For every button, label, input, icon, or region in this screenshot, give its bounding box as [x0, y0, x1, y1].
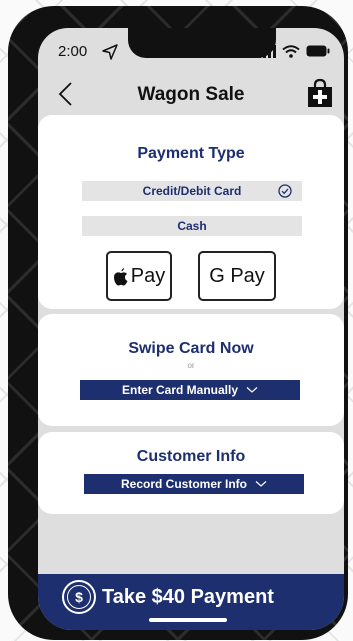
phone-screen: 2:00 Wagon Sale Payment Type Credit/Debi…	[38, 28, 344, 630]
apple-pay-button[interactable]: Pay	[106, 251, 172, 301]
google-pay-button[interactable]: G Pay	[198, 251, 276, 301]
status-icons	[258, 44, 330, 58]
apple-pay-label: Pay	[130, 264, 166, 287]
chevron-down-icon	[255, 481, 267, 487]
customer-info-title: Customer Info	[136, 448, 246, 465]
dollar-circle-icon: $	[62, 580, 96, 614]
home-indicator[interactable]	[149, 618, 227, 622]
enter-card-manually-button[interactable]: Enter Card Manually	[80, 380, 300, 400]
swipe-card-title: Swipe Card Now	[128, 340, 254, 357]
swipe-card-card: Swipe Card Now or Enter Card Manually	[38, 314, 344, 426]
chevron-down-icon	[246, 387, 258, 393]
payment-type-title: Payment Type	[137, 145, 245, 162]
status-bar: 2:00	[38, 28, 344, 74]
battery-icon	[306, 45, 330, 57]
take-payment-label: Take $40 Payment	[102, 585, 274, 608]
signal-icon	[258, 44, 276, 58]
credit-debit-label: Credit/Debit Card	[142, 184, 242, 198]
status-time: 2:00	[58, 43, 88, 60]
record-customer-info-button[interactable]: Record Customer Info	[84, 474, 304, 494]
google-pay-label: G Pay	[209, 264, 265, 287]
location-arrow-icon	[102, 44, 118, 60]
page-title: Wagon Sale	[137, 84, 245, 105]
apple-icon	[113, 267, 128, 285]
cash-option[interactable]: Cash	[82, 216, 302, 236]
phone-frame: 2:00 Wagon Sale Payment Type Credit/Debi…	[8, 6, 348, 640]
record-customer-info-label: Record Customer Info	[120, 477, 247, 491]
check-circle-icon	[278, 184, 292, 198]
app-header: Wagon Sale	[38, 76, 344, 116]
cash-label: Cash	[177, 219, 207, 233]
enter-card-manually-label: Enter Card Manually	[121, 383, 239, 397]
payment-type-card: Payment Type Credit/Debit Card Cash Pay	[38, 115, 344, 309]
or-divider-text: or	[187, 361, 195, 370]
credit-debit-option[interactable]: Credit/Debit Card	[82, 181, 302, 201]
customer-info-card: Customer Info Record Customer Info	[38, 432, 344, 514]
wifi-icon	[282, 44, 300, 58]
dollar-symbol: $	[67, 585, 91, 609]
payment-footer: $ Take $40 Payment	[38, 574, 344, 630]
add-to-cart-icon[interactable]	[306, 78, 334, 108]
take-payment-button[interactable]: $ Take $40 Payment	[62, 580, 274, 614]
